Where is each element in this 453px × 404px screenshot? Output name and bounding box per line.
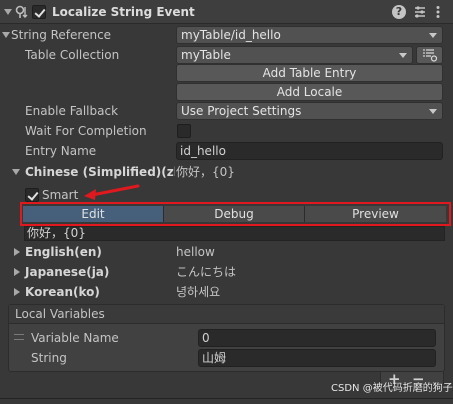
smart-text-value: 你好，{0}	[27, 226, 86, 240]
presets-icon[interactable]	[412, 4, 428, 20]
locale-foldout-icon[interactable]	[14, 268, 20, 276]
chevron-down-icon	[399, 53, 407, 58]
string-variable-label: String	[31, 351, 67, 365]
enable-fallback-dropdown[interactable]: Use Project Settings	[176, 102, 443, 120]
locale-value-korean: 녕하세요	[176, 285, 221, 299]
string-reference-dropdown[interactable]: myTable/id_hello	[176, 26, 443, 44]
entry-name-label: Entry Name	[25, 144, 97, 158]
more-options-icon[interactable]	[433, 4, 443, 20]
event-component-icon	[14, 4, 30, 20]
smart-text-editor[interactable]: 你好，{0}	[24, 226, 445, 241]
string-reference-foldout-icon[interactable]	[2, 32, 10, 38]
locale-name-chinese: Chinese (Simplified)(zl	[25, 165, 175, 179]
add-table-entry-button[interactable]: Add Table Entry	[176, 64, 443, 82]
table-collection-value: myTable	[181, 48, 231, 62]
tab-preview[interactable]: Preview	[305, 206, 446, 222]
drag-handle-icon[interactable]	[14, 334, 24, 340]
string-reference-value: myTable/id_hello	[181, 28, 281, 42]
inspector-divider	[0, 398, 453, 399]
annotation-arrow	[84, 184, 140, 200]
enable-fallback-label: Enable Fallback	[25, 104, 119, 118]
add-locale-button[interactable]: Add Locale	[176, 83, 443, 101]
locale-value-japanese: こんにちは	[176, 265, 237, 279]
table-collection-dropdown[interactable]: myTable	[176, 46, 413, 64]
locale-name-korean: Korean(ko)	[25, 285, 100, 299]
table-collection-label: Table Collection	[25, 48, 120, 62]
locale-foldout-icon[interactable]	[14, 248, 20, 256]
chevron-down-icon	[429, 33, 437, 38]
locale-value-english: hellow	[176, 245, 215, 259]
local-variables-title: Local Variables	[15, 307, 105, 321]
enable-fallback-value: Use Project Settings	[181, 104, 302, 118]
locale-name-english: English(en)	[25, 245, 102, 259]
locale-name-japanese: Japanese(ja)	[25, 265, 110, 279]
wait-for-completion-label: Wait For Completion	[25, 124, 147, 138]
locale-foldout-icon[interactable]	[14, 288, 20, 296]
table-window-icon	[422, 49, 437, 62]
watermark-text: CSDN @被代码折磨的狗子	[331, 383, 453, 394]
wait-for-completion-checkbox[interactable]	[177, 124, 191, 138]
entry-name-input[interactable]: id_hello	[176, 142, 443, 160]
component-enabled-checkbox[interactable]	[32, 5, 46, 19]
table-window-button[interactable]	[416, 46, 443, 64]
component-title: Localize String Event	[52, 5, 195, 19]
tab-edit[interactable]: Edit	[23, 206, 164, 222]
chevron-down-icon	[429, 109, 437, 114]
variable-name-label: Variable Name	[31, 331, 119, 345]
string-variable-input[interactable]: 山姆	[198, 349, 436, 367]
editor-tab-bar: Edit Debug Preview	[23, 206, 446, 222]
tab-debug[interactable]: Debug	[164, 206, 305, 222]
variable-name-input[interactable]: 0	[198, 329, 436, 347]
locale-foldout-icon[interactable]	[12, 169, 20, 175]
help-icon[interactable]: ?	[392, 5, 406, 19]
smart-checkbox[interactable]	[25, 188, 39, 202]
string-reference-label: String Reference	[11, 28, 112, 42]
locale-value-chinese: 你好，{0}	[176, 165, 235, 179]
